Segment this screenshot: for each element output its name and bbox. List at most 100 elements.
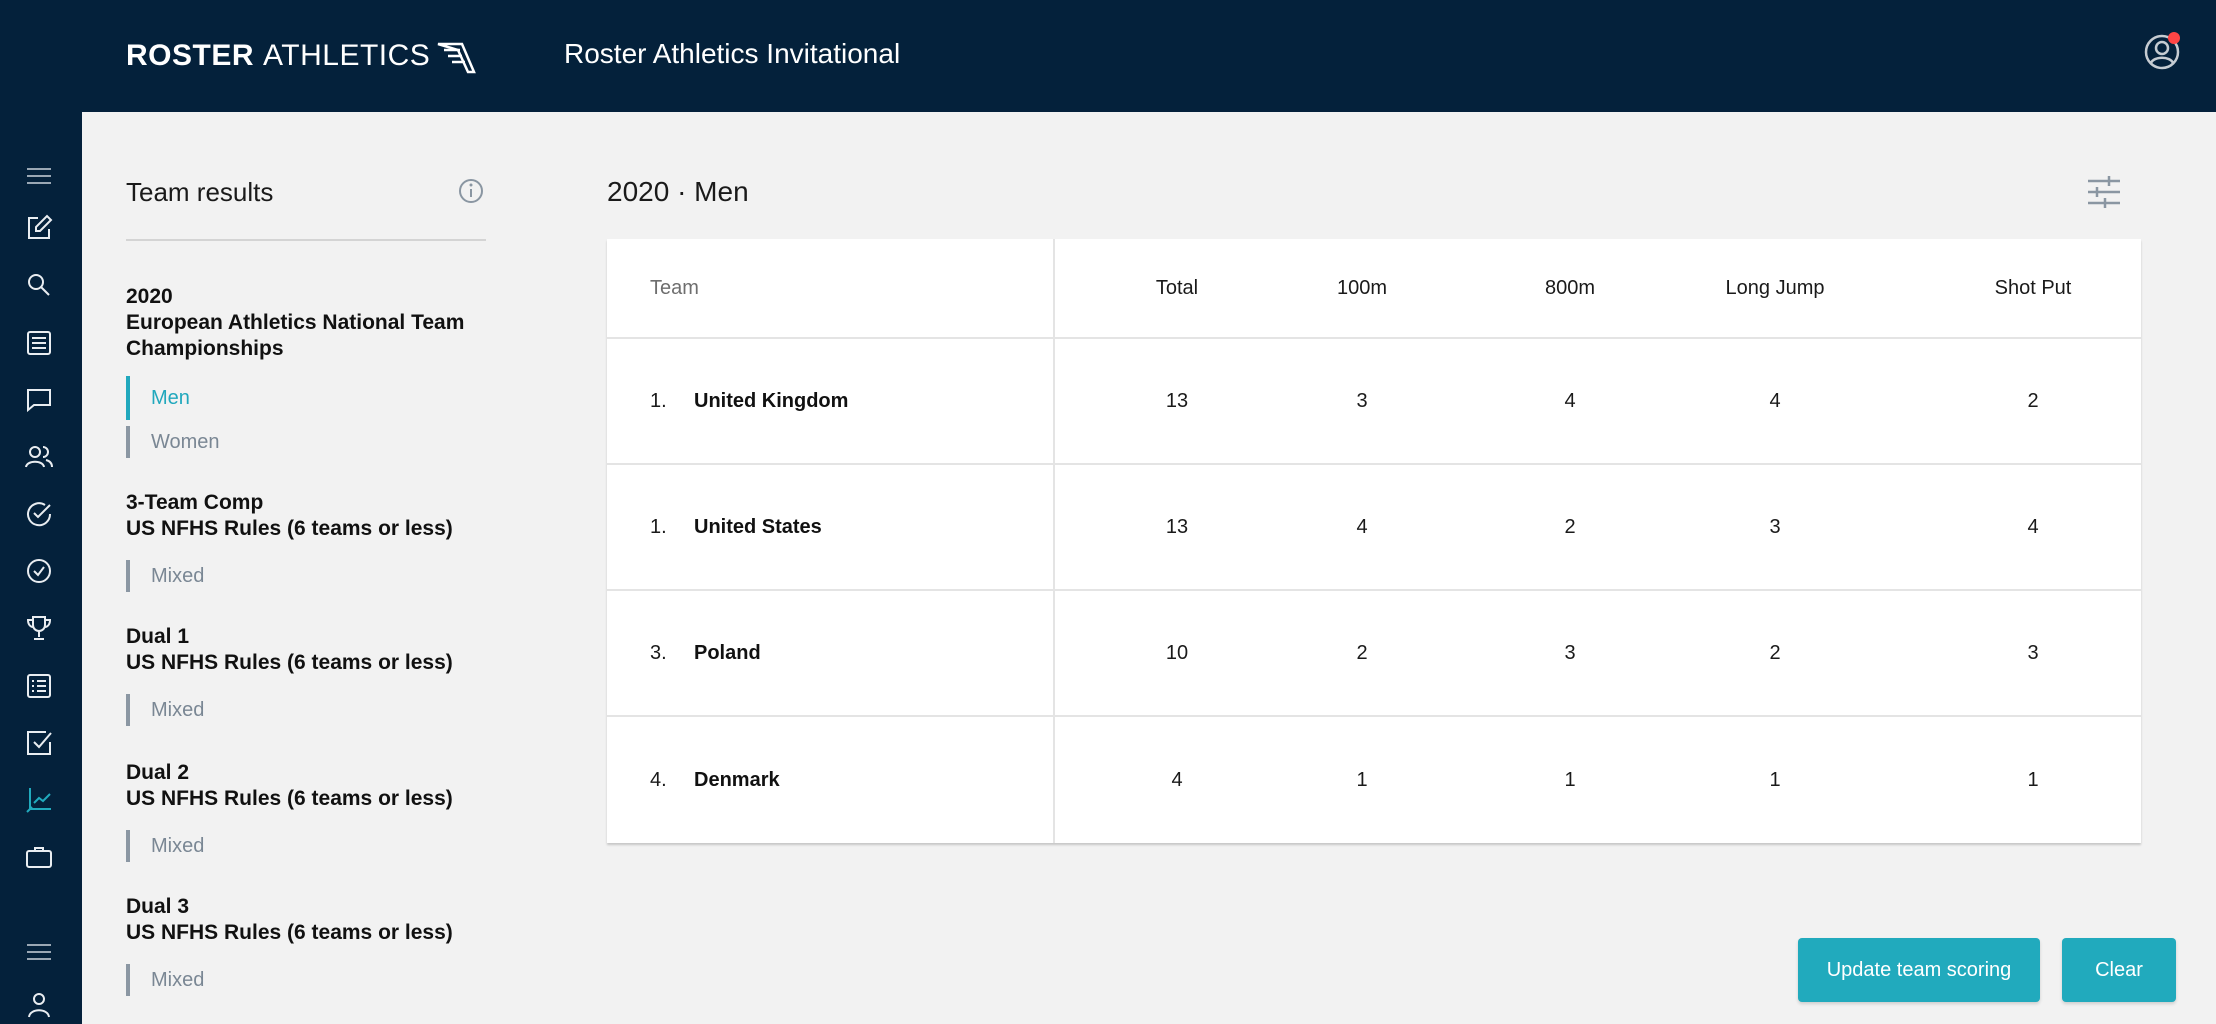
group-title-line: US NFHS Rules (6 teams or less)	[126, 517, 453, 540]
info-icon	[459, 179, 483, 203]
total-cell: 4	[1171, 768, 1183, 791]
notification-dot	[2168, 32, 2180, 44]
filter-settings-button[interactable]	[2084, 172, 2124, 212]
group-title-line: Dual 2	[126, 761, 190, 784]
group-title-line: US NFHS Rules (6 teams or less)	[126, 651, 453, 674]
rail-edit-button[interactable]	[21, 210, 57, 246]
score-cell: 2	[1356, 641, 1368, 664]
header-team[interactable]: Team	[650, 239, 699, 337]
competition-group: Dual 3 US NFHS Rules (6 teams or less) M…	[126, 894, 506, 1002]
people-icon	[25, 446, 53, 468]
winged-shoe-icon	[437, 42, 477, 74]
score-cell: 2	[2027, 389, 2039, 412]
team-results-table: Team Total 100m 800m Long Jump Shot Put …	[607, 239, 2141, 843]
rank-cell: 4.	[650, 768, 667, 791]
menu-icon	[27, 944, 51, 960]
briefcase-icon	[26, 847, 52, 868]
check-circle-icon	[27, 559, 51, 583]
menu-icon	[27, 168, 51, 184]
logo-text-bold: ROSTER	[126, 39, 255, 72]
category-item-mixed[interactable]: Mixed	[126, 554, 506, 598]
team-name-cell: Denmark	[694, 768, 780, 791]
score-cell: 3	[2027, 641, 2039, 664]
rail-messages-button[interactable]	[21, 382, 57, 418]
rail-briefcase-button[interactable]	[21, 839, 57, 875]
group-title-line: Dual 1	[126, 625, 190, 648]
top-bar: ROSTER ATHLETICS Roster Athletics Invita…	[0, 0, 2216, 112]
roster-athletics-logo[interactable]: ROSTER ATHLETICS	[126, 36, 477, 76]
competition-group: Dual 2 US NFHS Rules (6 teams or less) M…	[126, 760, 506, 868]
score-cell: 1	[1769, 768, 1781, 791]
panel-divider	[126, 239, 486, 241]
logo-text-light: ATHLETICS	[263, 39, 431, 72]
rail-people-button[interactable]	[21, 439, 57, 475]
category-item-women[interactable]: Women	[126, 420, 506, 464]
table-row[interactable]: 3. Poland 10 2 3 2 3	[607, 591, 2141, 717]
rail-profile-button[interactable]	[21, 986, 57, 1022]
document-icon	[27, 331, 51, 355]
header-event[interactable]: Long Jump	[1645, 239, 1905, 337]
group-title-line: Championships	[126, 337, 284, 360]
team-name-cell: United States	[694, 515, 822, 538]
rail-menu-secondary-button[interactable]	[21, 934, 57, 970]
total-cell: 10	[1165, 641, 1189, 664]
checkbox-icon	[27, 731, 52, 755]
rail-documents-button[interactable]	[21, 325, 57, 361]
score-cell: 3	[1356, 389, 1368, 412]
rail-approvals-button[interactable]	[21, 553, 57, 589]
group-title-line: Dual 3	[126, 895, 190, 918]
group-title-line: 2020	[126, 285, 173, 308]
competition-group: Dual 1 US NFHS Rules (6 teams or less) M…	[126, 624, 506, 732]
score-cell: 1	[2027, 768, 2039, 791]
sliders-icon	[2088, 176, 2120, 208]
rail-trophy-button[interactable]	[21, 610, 57, 646]
category-item-mixed[interactable]: Mixed	[126, 824, 506, 868]
rail-tasks-button[interactable]	[21, 496, 57, 532]
edit-icon	[28, 214, 53, 239]
group-title-line: US NFHS Rules (6 teams or less)	[126, 921, 453, 944]
trophy-icon	[26, 616, 52, 640]
score-cell: 1	[1356, 768, 1368, 791]
group-title-line: European Athletics National Team	[126, 311, 465, 334]
table-row[interactable]: 4. Denmark 4 1 1 1 1	[607, 717, 2141, 843]
check-circle-icon	[27, 502, 52, 527]
search-icon	[28, 274, 50, 296]
info-button[interactable]	[456, 176, 486, 206]
rank-cell: 1.	[650, 515, 667, 538]
user-account-button[interactable]	[2142, 32, 2182, 72]
score-cell: 4	[1769, 389, 1781, 412]
score-cell: 4	[2027, 515, 2039, 538]
rank-cell: 3.	[650, 641, 667, 664]
total-cell: 13	[1165, 389, 1189, 412]
clear-button[interactable]: Clear	[2062, 938, 2176, 1002]
rail-search-button[interactable]	[21, 267, 57, 303]
team-name-cell: Poland	[694, 641, 761, 664]
category-item-men[interactable]: Men	[126, 376, 506, 420]
results-icon	[26, 788, 51, 813]
category-item-mixed[interactable]: Mixed	[126, 958, 506, 1002]
header-event[interactable]: 100m	[1282, 239, 1442, 337]
category-item-mixed[interactable]: Mixed	[126, 688, 506, 732]
rail-checklist-button[interactable]	[21, 725, 57, 761]
app-title: Roster Athletics Invitational	[564, 38, 901, 69]
group-title-line: 3-Team Comp	[126, 491, 264, 514]
competition-group: 3-Team Comp US NFHS Rules (6 teams or le…	[126, 490, 506, 598]
rail-team-results-button[interactable]	[21, 782, 57, 818]
team-column-divider	[1053, 239, 1055, 843]
list-icon	[27, 674, 51, 698]
rail-menu-button[interactable]	[21, 158, 57, 194]
table-row[interactable]: 1. United Kingdom 13 3 4 4 2	[607, 339, 2141, 465]
rail-list-button[interactable]	[21, 668, 57, 704]
total-cell: 13	[1165, 515, 1189, 538]
rank-cell: 1.	[650, 389, 667, 412]
team-name-cell: United Kingdom	[694, 389, 849, 412]
score-cell: 3	[1769, 515, 1781, 538]
header-total[interactable]: Total	[1064, 239, 1290, 337]
left-rail	[0, 112, 82, 1024]
table-row[interactable]: 1. United States 13 4 2 3 4	[607, 465, 2141, 591]
update-team-scoring-button[interactable]: Update team scoring	[1798, 938, 2040, 1002]
header-event[interactable]: Shot Put	[1903, 239, 2163, 337]
competition-group: 2020 European Athletics National Team Ch…	[126, 284, 506, 464]
user-icon	[28, 993, 50, 1018]
score-cell: 4	[1356, 515, 1368, 538]
